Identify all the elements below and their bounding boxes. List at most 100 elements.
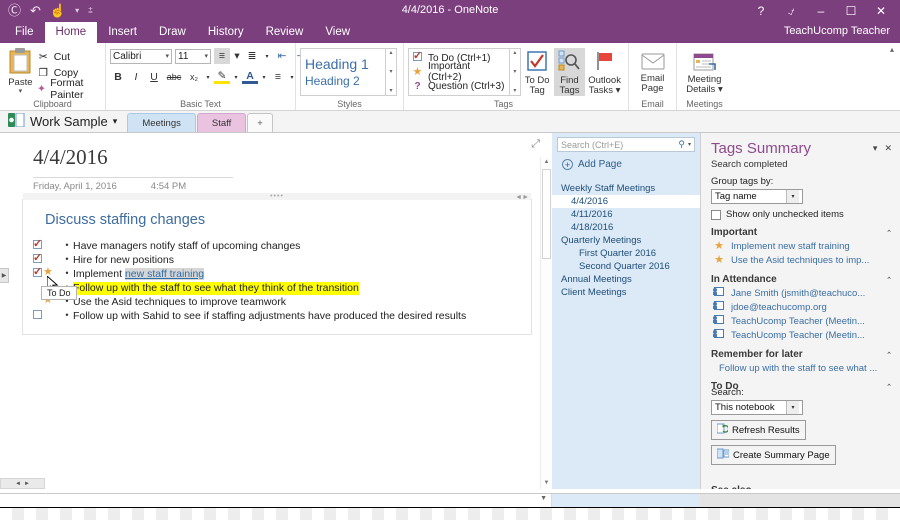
note-item[interactable]: ★ • Use the Asid techniques to improve t… [31, 295, 521, 310]
search-input[interactable]: Search (Ctrl+E) ⚲ ▾ [557, 137, 695, 152]
tags-scroll-up-icon[interactable]: ▴ [513, 50, 516, 56]
paste-caret[interactable]: ▾ [19, 88, 23, 95]
tag-result-item[interactable]: Follow up with the staff to see what ... [711, 361, 892, 375]
section-tab-staff[interactable]: Staff [196, 113, 247, 132]
note-item[interactable]: ★ • Implement new staff training To Do [31, 265, 521, 300]
tag-result-item[interactable]: Jane Smith (jsmith@teachuco... [711, 286, 892, 300]
font-size-dropdown-icon[interactable]: ▾ [201, 52, 208, 60]
tab-history[interactable]: History [197, 22, 255, 43]
note-container[interactable]: •••• ◄► Discuss staffing changes • Have … [22, 193, 532, 335]
subscript-dropdown-icon[interactable]: ▾ [204, 69, 212, 85]
page-list-item-4-4-2016[interactable]: 4/4/2016 [552, 195, 700, 208]
subscript-button[interactable]: x₂ [186, 69, 202, 85]
numbering-icon[interactable]: ≣ [244, 48, 260, 64]
styles-scroll-up-icon[interactable]: ▴ [389, 50, 392, 56]
page-list-item-first-quarter-2016[interactable]: First Quarter 2016 [552, 247, 700, 260]
show-unchecked-checkbox[interactable] [711, 209, 721, 220]
tag-item-question[interactable]: ? Question (Ctrl+3) [412, 79, 506, 93]
container-handle[interactable]: •••• [23, 193, 531, 200]
notebook-selector[interactable]: Work Sample ▾ [0, 112, 127, 132]
find-tags-button[interactable]: Find Tags [553, 48, 586, 96]
todo-checkbox-icon[interactable] [33, 251, 42, 264]
minimize-button[interactable]: – [806, 2, 836, 21]
note-item-text-wrap[interactable]: Implement new staff training [73, 268, 205, 281]
collapse-todo-icon[interactable]: ⌃ [886, 383, 892, 391]
resize-handle[interactable]: ◄► [515, 194, 529, 201]
scroll-right-icon[interactable]: ► [24, 481, 30, 487]
show-navigation-icon[interactable]: ▶ [0, 268, 9, 283]
add-page-button[interactable]: + Add Page [552, 155, 700, 174]
numbering-dropdown-icon[interactable]: ▾ [263, 48, 271, 64]
collapse-important-icon[interactable]: ⌃ [886, 229, 892, 237]
todo-tag-button[interactable]: To Do Tag [521, 48, 554, 96]
page-list-item-4-18-2016[interactable]: 4/18/2016 [552, 221, 700, 234]
help-button[interactable]: ? [746, 2, 776, 21]
search-dropdown-icon[interactable]: ▾ [688, 141, 691, 148]
note-item-link[interactable]: new staff training [124, 268, 205, 280]
note-item[interactable]: • Have managers notify staff of upcoming… [31, 237, 521, 254]
pane-options-icon[interactable]: ▾ [873, 143, 878, 154]
chevron-down-icon[interactable]: ▾ [786, 401, 799, 414]
page-title[interactable]: 4/4/2016 [33, 145, 108, 170]
outlook-tasks-button[interactable]: Outlook Tasks ▾ [585, 48, 624, 96]
magnifier-icon[interactable]: ⚲ [678, 139, 685, 150]
note-heading[interactable]: Discuss staffing changes [45, 212, 521, 228]
todo-checkbox-icon[interactable] [33, 237, 42, 250]
tab-review[interactable]: Review [255, 22, 315, 43]
page-list-item-weekly-staff-meetings[interactable]: Weekly Staff Meetings [552, 182, 700, 195]
italic-button[interactable]: I [128, 69, 144, 85]
star-icon[interactable]: ★ [43, 267, 53, 278]
bullets-dropdown-icon[interactable]: ▾ [233, 48, 241, 64]
account-name[interactable]: TeachUcomp Teacher [784, 25, 890, 37]
tab-home[interactable]: Home [44, 22, 98, 43]
tag-result-item[interactable]: ★ Implement new staff training [711, 239, 892, 253]
collapse-in-attendance-icon[interactable]: ⌃ [886, 276, 892, 284]
format-painter-button[interactable]: ✦ Format Painter [37, 77, 101, 101]
underline-button[interactable]: U [146, 69, 162, 85]
note-item-text[interactable]: Use the Asid techniques to improve teamw… [73, 296, 286, 309]
font-color-dropdown-icon[interactable]: ▾ [260, 69, 268, 85]
note-item[interactable]: • Follow up with Sahid to see if staffin… [31, 310, 521, 324]
canvas-vertical-scrollbar[interactable]: ▲ ▼ [540, 157, 552, 489]
paste-button[interactable]: Paste ▾ [4, 45, 37, 95]
bullets-icon[interactable]: ≡ [214, 48, 230, 64]
scroll-left-icon[interactable]: ◄ [15, 481, 21, 487]
tag-result-item[interactable]: ★ Use the Asid techniques to imp... [711, 253, 892, 267]
style-heading-2[interactable]: Heading 2 [305, 73, 385, 89]
canvas-horizontal-scrollbar[interactable]: ◄ ► [0, 478, 45, 489]
cut-button[interactable]: ✂ Cut [37, 49, 101, 65]
todo-checkbox-icon[interactable] [33, 310, 42, 319]
collapse-ribbon-icon[interactable]: ▴ [890, 45, 894, 54]
scroll-thumb[interactable] [542, 169, 551, 259]
page-list-item-annual-meetings[interactable]: Annual Meetings [552, 273, 700, 286]
scroll-up-icon[interactable]: ▲ [544, 157, 550, 168]
note-item-text[interactable]: Have managers notify staff of upcoming c… [73, 240, 300, 253]
note-item[interactable]: • Hire for new positions [31, 251, 521, 268]
dock-pin-icon[interactable]: ▼ [540, 495, 547, 502]
tab-file[interactable]: File [4, 22, 45, 43]
strikethrough-button[interactable]: abc [164, 69, 184, 85]
add-section-button[interactable]: + [247, 113, 273, 132]
page-list-item-quarterly-meetings[interactable]: Quarterly Meetings [552, 234, 700, 247]
highlight-dropdown-icon[interactable]: ▾ [232, 69, 240, 85]
font-name-input[interactable]: Calibri ▾ [110, 48, 172, 64]
font-name-dropdown-icon[interactable]: ▾ [162, 52, 169, 60]
style-heading-1[interactable]: Heading 1 [305, 55, 385, 73]
show-unchecked-checkbox-row[interactable]: Show only unchecked items [711, 209, 892, 220]
note-item-text[interactable]: Hire for new positions [73, 254, 174, 267]
bold-button[interactable]: B [110, 69, 126, 85]
note-canvas[interactable]: ▶ ⤢ 4/4/2016 Friday, April 1, 2016 4:54 … [0, 133, 552, 489]
page-list-item-second-quarter-2016[interactable]: Second Quarter 2016 [552, 260, 700, 273]
expand-page-icon[interactable]: ⤢ [531, 138, 540, 151]
font-size-input[interactable]: 11 ▾ [175, 48, 211, 64]
todo-checkbox-icon[interactable] [33, 265, 42, 278]
section-tab-meetings[interactable]: Meetings [127, 113, 196, 132]
group-tags-by-select[interactable]: Tag name ▾ [711, 189, 803, 204]
tag-result-item[interactable]: jdoe@teachucomp.org [711, 300, 892, 314]
scroll-down-icon[interactable]: ▼ [544, 478, 550, 489]
note-item[interactable]: • Follow up with the staff to see what t… [31, 282, 521, 296]
tag-result-item[interactable]: TeachUcomp Teacher (Meetin... [711, 328, 892, 342]
create-summary-page-button[interactable]: Create Summary Page [711, 445, 836, 465]
font-color-icon[interactable]: A [242, 70, 258, 84]
notebook-caret-icon[interactable]: ▾ [113, 116, 118, 127]
